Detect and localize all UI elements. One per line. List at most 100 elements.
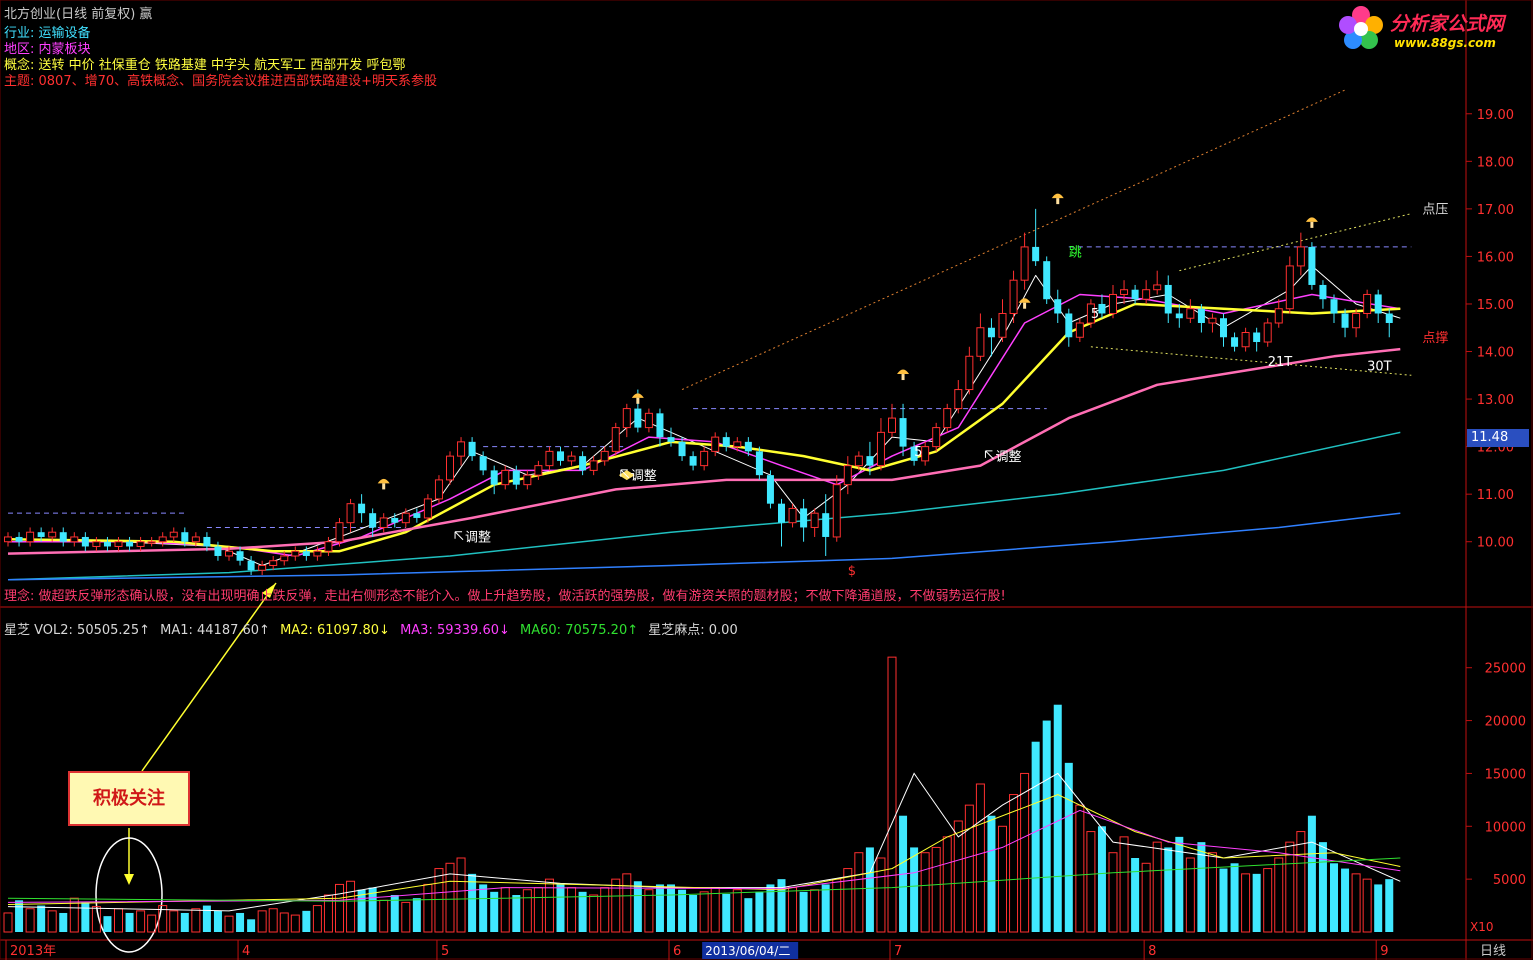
chart-annotation: 5 [914,445,922,460]
candle-body [656,413,664,438]
volume-bar [931,846,941,933]
candle-body [1363,293,1372,314]
candle-body [1043,261,1051,300]
candle-body [557,451,564,461]
volume-bar [633,881,642,932]
volume-bar [103,916,112,932]
volume-bar [689,895,698,932]
candle-body [291,550,300,557]
candle-body [667,437,675,442]
logo-name: 分析家公式网 [1390,13,1505,35]
cursor-arrow-icon [454,531,464,541]
mushroom-marker-icon [377,478,390,490]
site-logo[interactable]: 分析家公式网 www.88gs.com [1336,3,1526,55]
candle-body [523,474,532,486]
volume-bar [1064,762,1073,932]
volume-bar [357,889,366,932]
candle-body [888,417,896,433]
volume-bar [1207,852,1217,933]
current-price-badge: 11.48 [1467,429,1529,447]
callout-down-arrow-head [124,874,134,885]
volume-bar [3,912,13,933]
candle-body [634,408,642,428]
candle-body [335,522,344,543]
volume-bar [1307,815,1316,932]
volume-bar [975,783,985,933]
volume-bar [114,908,123,933]
arrow-stroke [454,531,464,541]
volume-bar [512,895,521,932]
candle-body [766,475,774,504]
volume-bar [47,910,57,933]
volume-bar [15,900,24,932]
month-label: 6 [673,944,681,959]
candle-body [1253,332,1261,343]
volume-bar [290,914,300,933]
volume-bar [1285,841,1295,933]
volume-bar [59,912,68,932]
candle-body [59,532,67,542]
candle-body [866,456,874,466]
price-tick-label: 15.00 [1477,298,1514,313]
chart-annotation: 调整 [631,469,657,484]
candle-body [15,536,23,542]
volume-bar [1075,804,1085,933]
candle-body [81,536,89,547]
candle-body [589,460,598,471]
candle-body [1285,265,1294,310]
mushroom-marker-icon [1051,193,1064,205]
candle-body [358,503,366,514]
price-tick-label: 17.00 [1477,203,1514,218]
volume-bar [710,887,720,933]
candle-body [1020,246,1029,281]
volume-bar [799,891,808,932]
candle-body [1109,293,1117,314]
volume-bar [732,889,742,933]
candle-body [126,541,134,547]
candle-body [778,503,785,523]
candle-body [932,427,941,448]
candle-body [1164,284,1172,314]
volume-bar [346,880,356,933]
candle-body [269,560,278,566]
mushroom-cap [1305,217,1318,222]
volume-bar [1020,772,1030,933]
candle-body [899,418,907,447]
volume-bar [910,847,919,932]
logo-url: www.88gs.com [1394,36,1496,50]
volume-bar [1241,873,1251,933]
volume-bar [500,887,510,933]
volume-bar [810,889,820,933]
volume-bar [169,910,179,933]
volume-bar [25,908,35,933]
volume-bar [556,884,565,932]
volume-bar [125,912,134,932]
vol-indicator: MA3: 59339.60↓ [400,623,510,638]
volume-ma-line [7,772,1401,912]
candle-body [346,503,355,524]
stock-chart[interactable]: 10.0011.0012.0013.0014.0015.0016.0017.00… [0,0,1533,960]
concept-info: 概念: 送转 中价 社保重仓 铁路基建 中字头 航天军工 西部开发 呼包鄂 [4,58,406,73]
candle-body [1131,289,1139,300]
volume-bar [368,887,377,932]
mushroom-cap [1018,298,1031,303]
volume-bar [865,847,874,932]
volume-bar [1330,863,1338,932]
mushroom-cap [377,478,390,484]
idea-line: 理念: 做超跌反弹形态确认股，没有出现明确止跌反弹，走出右侧形态不能介入。做上升… [4,589,1006,604]
candle-body [622,408,631,429]
volume-ma-line [7,857,1401,902]
trend-line [1179,213,1412,272]
candle-body [722,437,730,447]
volume-bar [236,912,245,932]
candle-body [1341,313,1349,328]
volume-bar [468,873,477,932]
mushroom-marker-icon [631,393,644,404]
candle-body [810,512,819,528]
vol-indicator: MA1: 44187.60↑ [160,623,270,638]
volume-bar [1318,842,1327,932]
volume-ma-line [7,809,1401,903]
candle-body [191,536,200,543]
chart-annotation: 30T [1367,360,1392,375]
month-label: 2013年 [10,944,56,959]
